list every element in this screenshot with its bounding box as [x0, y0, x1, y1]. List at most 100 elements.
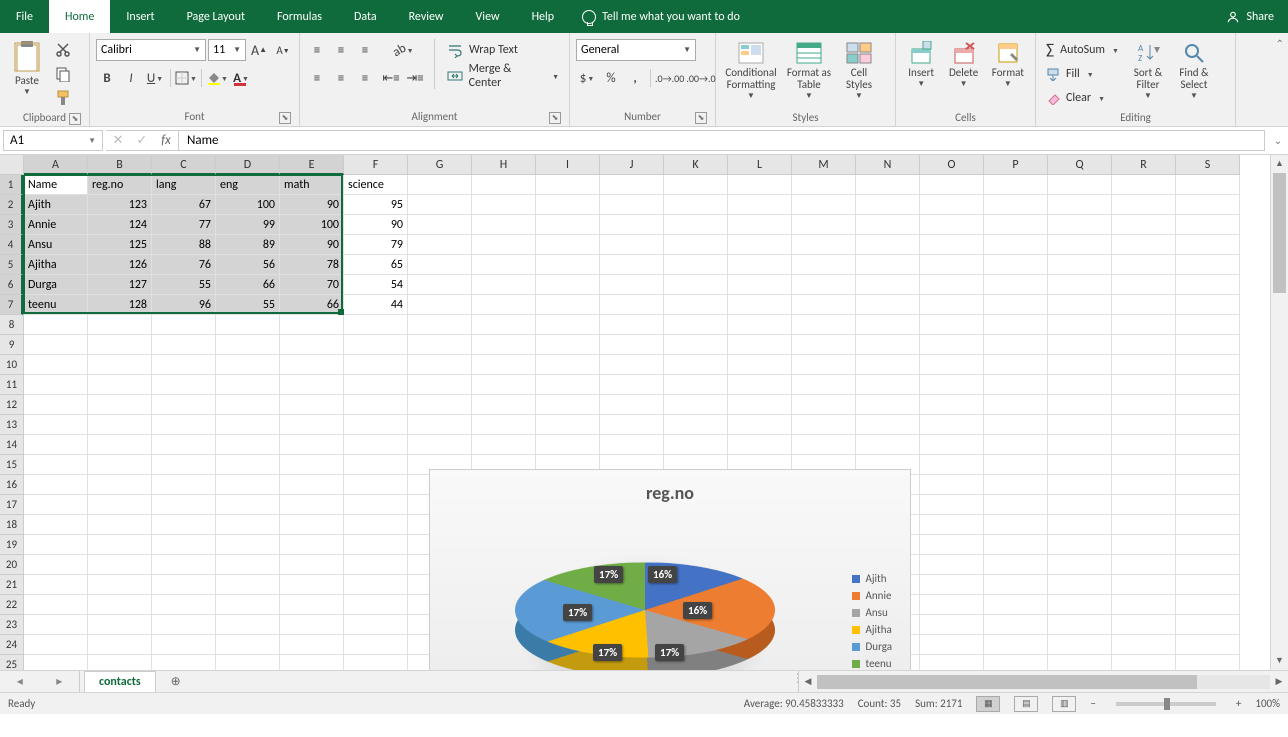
cell[interactable]	[984, 555, 1048, 575]
cell[interactable]	[856, 295, 920, 315]
cell[interactable]	[1176, 595, 1240, 615]
orientation-button[interactable]: ab▼	[380, 39, 426, 61]
cell[interactable]	[472, 175, 536, 195]
vertical-scrollbar[interactable]: ▲ ▼	[1270, 155, 1288, 670]
cell[interactable]	[984, 335, 1048, 355]
cell[interactable]	[920, 235, 984, 255]
cell[interactable]	[728, 295, 792, 315]
cell[interactable]	[88, 575, 152, 595]
cell[interactable]	[984, 375, 1048, 395]
row-header-10[interactable]: 10	[0, 355, 23, 375]
expand-formula-bar[interactable]: ⌄	[1268, 127, 1288, 154]
cell[interactable]	[344, 475, 408, 495]
cell[interactable]	[24, 595, 88, 615]
cell[interactable]	[1176, 315, 1240, 335]
row-header-2[interactable]: 2	[0, 195, 23, 215]
cell[interactable]	[984, 275, 1048, 295]
cell[interactable]	[152, 455, 216, 475]
cell[interactable]	[920, 475, 984, 495]
cell[interactable]: 89	[216, 235, 280, 255]
cell[interactable]	[600, 295, 664, 315]
row-header-17[interactable]: 17	[0, 495, 23, 515]
cell[interactable]: 44	[344, 295, 408, 315]
cell[interactable]	[856, 415, 920, 435]
cell[interactable]	[664, 435, 728, 455]
col-header-M[interactable]: M	[792, 155, 856, 175]
cell[interactable]: 100	[216, 195, 280, 215]
cell[interactable]	[216, 635, 280, 655]
cell[interactable]	[1112, 435, 1176, 455]
cell[interactable]: 127	[88, 275, 152, 295]
cell[interactable]: Ajith	[24, 195, 88, 215]
cell[interactable]	[24, 455, 88, 475]
cell[interactable]: 66	[280, 295, 344, 315]
insert-cells-button[interactable]: Insert▼	[902, 39, 940, 109]
cell[interactable]	[152, 415, 216, 435]
cell[interactable]	[792, 295, 856, 315]
zoom-out-button[interactable]: −	[1090, 697, 1095, 710]
italic-button[interactable]: I	[120, 67, 142, 89]
cell[interactable]	[920, 315, 984, 335]
row-header-22[interactable]: 22	[0, 595, 23, 615]
col-header-B[interactable]: B	[88, 155, 152, 175]
cell[interactable]	[1176, 355, 1240, 375]
cell[interactable]	[1176, 535, 1240, 555]
cell[interactable]	[728, 215, 792, 235]
cell[interactable]	[1112, 455, 1176, 475]
cell[interactable]	[1048, 575, 1112, 595]
cell[interactable]	[1176, 575, 1240, 595]
autosum-button[interactable]: ∑AutoSum▼	[1042, 39, 1123, 61]
cell[interactable]	[152, 595, 216, 615]
page-layout-view-button[interactable]: ▤	[1014, 696, 1038, 712]
row-header-1[interactable]: 1	[0, 175, 23, 195]
cell[interactable]	[344, 315, 408, 335]
sheet-tab-contacts[interactable]: contacts	[84, 671, 156, 692]
cell[interactable]	[280, 315, 344, 335]
cell[interactable]	[920, 335, 984, 355]
cell[interactable]	[1176, 555, 1240, 575]
cell[interactable]	[984, 495, 1048, 515]
paste-button[interactable]: Paste ▼	[6, 39, 48, 109]
delete-cells-button[interactable]: Delete▼	[944, 39, 982, 109]
cell[interactable]	[728, 195, 792, 215]
cell[interactable]	[472, 435, 536, 455]
comma-button[interactable]: ,	[624, 67, 646, 89]
cell[interactable]	[280, 455, 344, 475]
find-select-button[interactable]: Find & Select▼	[1173, 39, 1215, 109]
cell[interactable]	[344, 555, 408, 575]
format-cells-button[interactable]: Format▼	[987, 39, 1029, 109]
cell[interactable]	[728, 235, 792, 255]
cell[interactable]: 78	[280, 255, 344, 275]
cell[interactable]	[1176, 195, 1240, 215]
merge-center-button[interactable]: Merge & Center▼	[443, 65, 563, 87]
cell[interactable]	[88, 315, 152, 335]
cell[interactable]	[280, 615, 344, 635]
col-header-P[interactable]: P	[984, 155, 1048, 175]
cell[interactable]	[920, 175, 984, 195]
cell[interactable]	[408, 295, 472, 315]
cell[interactable]	[24, 315, 88, 335]
cell[interactable]	[216, 435, 280, 455]
cell[interactable]	[664, 235, 728, 255]
row-header-16[interactable]: 16	[0, 475, 23, 495]
cell[interactable]	[536, 355, 600, 375]
cell[interactable]	[24, 475, 88, 495]
cell[interactable]	[1176, 415, 1240, 435]
cell[interactable]	[536, 215, 600, 235]
cell[interactable]	[1176, 395, 1240, 415]
row-header-6[interactable]: 6	[0, 275, 23, 295]
cell[interactable]	[408, 275, 472, 295]
cell[interactable]	[472, 295, 536, 315]
format-as-table-button[interactable]: Format as Table▼	[784, 39, 834, 109]
cell[interactable]	[24, 575, 88, 595]
cell[interactable]	[280, 635, 344, 655]
cell[interactable]	[280, 435, 344, 455]
cell[interactable]: math	[280, 175, 344, 195]
cell[interactable]	[152, 515, 216, 535]
cell[interactable]	[664, 315, 728, 335]
cell[interactable]	[152, 495, 216, 515]
tab-page-layout[interactable]: Page Layout	[171, 0, 261, 33]
cell[interactable]	[1176, 455, 1240, 475]
tab-formulas[interactable]: Formulas	[261, 0, 338, 33]
cell[interactable]: 54	[344, 275, 408, 295]
